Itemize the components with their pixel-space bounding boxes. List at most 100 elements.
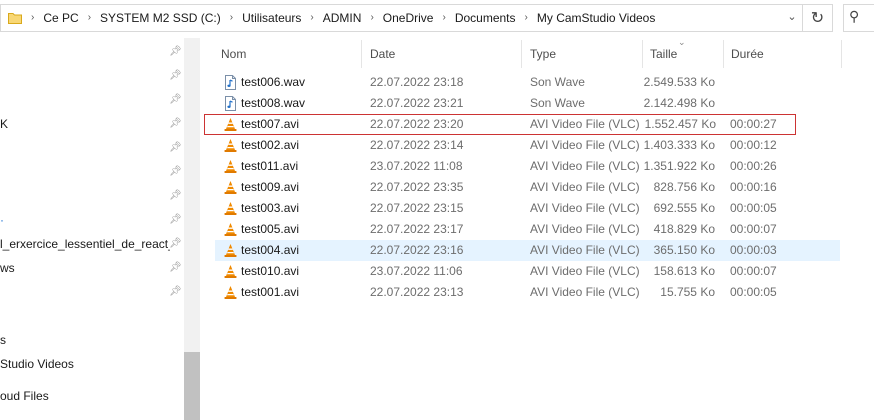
- file-type: Son Wave: [530, 96, 585, 110]
- breadcrumb-admin[interactable]: ADMIN: [318, 11, 367, 25]
- breadcrumb-utilisateurs[interactable]: Utilisateurs: [237, 11, 306, 25]
- column-header-date[interactable]: Date: [370, 38, 395, 70]
- breadcrumb-ce-pc[interactable]: Ce PC: [38, 11, 83, 25]
- vlc-cone-icon: [224, 223, 237, 236]
- breadcrumb-documents[interactable]: Documents: [450, 11, 521, 25]
- audio-file-icon: [225, 75, 236, 90]
- file-date: 23.07.2022 11:06: [370, 264, 463, 278]
- breadcrumb-drive[interactable]: SYSTEM M2 SSD (C:): [95, 11, 226, 25]
- vlc-cone-icon: [224, 244, 237, 257]
- file-row[interactable]: test003.avi 22.07.2022 23:15 AVI Video Fil…: [215, 198, 840, 219]
- pin-icon: 📌︎: [169, 286, 182, 297]
- pin-icon: 📌︎: [169, 94, 182, 105]
- file-row[interactable]: test004.avi 22.07.2022 23:16 AVI Video Fil…: [215, 240, 840, 261]
- file-row[interactable]: test005.avi 22.07.2022 23:17 AVI Video Fil…: [215, 219, 840, 240]
- file-duration: 00:00:07: [730, 264, 777, 278]
- nav-item[interactable]: [0, 42, 170, 62]
- nav-item-cloud-files[interactable]: oud Files: [0, 386, 170, 406]
- file-date: 22.07.2022 23:14: [370, 138, 464, 152]
- file-type: AVI Video File (VLC): [530, 201, 640, 215]
- nav-item[interactable]: s: [0, 330, 170, 350]
- file-duration: 00:00:07: [730, 222, 777, 236]
- file-size: 158.613 Ko: [653, 264, 715, 278]
- file-duration: 00:00:03: [730, 243, 777, 257]
- file-date: 22.07.2022 23:17: [370, 222, 464, 236]
- nav-item[interactable]: K: [0, 114, 170, 134]
- column-divider[interactable]: [723, 40, 724, 68]
- breadcrumb-separator: ›: [370, 12, 374, 23]
- file-date: 22.07.2022 23:35: [370, 180, 464, 194]
- pin-icon: 📌︎: [169, 238, 182, 249]
- address-field[interactable]: › Ce PC › SYSTEM M2 SSD (C:) › Utilisate…: [0, 4, 803, 32]
- pin-icon: 📌︎: [169, 46, 182, 57]
- nav-item-windows[interactable]: ws: [0, 258, 170, 278]
- file-row[interactable]: test009.avi 22.07.2022 23:35 AVI Video Fil…: [215, 177, 840, 198]
- file-date: 22.07.2022 23:13: [370, 285, 464, 299]
- column-header-size[interactable]: Taille: [650, 38, 677, 70]
- refresh-icon: ↻: [810, 10, 825, 27]
- file-name: test002.avi: [241, 138, 300, 152]
- file-size: 1.351.922 Ko: [643, 159, 715, 173]
- file-duration: 00:00:05: [730, 285, 777, 299]
- file-size: 1.552.457 Ko: [644, 117, 716, 131]
- breadcrumb-onedrive[interactable]: OneDrive: [378, 11, 439, 25]
- file-duration: 00:00:16: [730, 180, 777, 194]
- file-name: test008.wav: [241, 96, 306, 110]
- file-size: 1.403.333 Ko: [643, 138, 715, 152]
- file-row[interactable]: test006.wav 22.07.2022 23:18 Son Wave 2.549…: [215, 72, 840, 93]
- column-divider[interactable]: [841, 40, 842, 68]
- file-type: AVI Video File (VLC): [530, 117, 640, 131]
- file-type: AVI Video File (VLC): [530, 243, 640, 257]
- file-row[interactable]: test001.avi 22.07.2022 23:13 AVI Video Fil…: [215, 282, 840, 303]
- file-duration: 00:00:12: [730, 138, 777, 152]
- file-size: 365.150 Ko: [653, 243, 715, 257]
- file-size: 828.756 Ko: [653, 180, 715, 194]
- column-header-duration[interactable]: Durée: [731, 38, 764, 70]
- nav-item-react-exercise[interactable]: l_erxercice_lessentiel_de_react_js: [0, 234, 170, 254]
- file-row[interactable]: test002.avi 22.07.2022 23:14 AVI Video Fil…: [215, 135, 840, 156]
- nav-item[interactable]: [0, 66, 170, 86]
- file-type: AVI Video File (VLC): [530, 264, 640, 278]
- file-name: test009.avi: [241, 180, 300, 194]
- column-divider[interactable]: [521, 40, 522, 68]
- breadcrumb-separator: ›: [524, 12, 528, 23]
- column-divider[interactable]: [361, 40, 362, 68]
- file-type: AVI Video File (VLC): [530, 180, 640, 194]
- file-name: test010.avi: [241, 264, 300, 278]
- breadcrumb-my-camstudio-videos[interactable]: My CamStudio Videos: [532, 11, 661, 25]
- file-row[interactable]: test011.avi 23.07.2022 11:08 AVI Video Fil…: [215, 156, 840, 177]
- nav-item-studio-videos[interactable]: Studio Videos: [0, 354, 170, 374]
- navigation-pane: 📌︎ 📌︎ K 📌︎ 📌︎ 📌︎ 📌︎ 📌︎ · 📌︎ l_erxercice_…: [0, 38, 200, 420]
- file-type: Son Wave: [530, 75, 585, 89]
- column-header-name[interactable]: Nom: [221, 38, 246, 70]
- file-row[interactable]: test010.avi 23.07.2022 11:06 AVI Video Fil…: [215, 261, 840, 282]
- file-name: test005.avi: [241, 222, 300, 236]
- file-size: 418.829 Ko: [653, 222, 715, 236]
- column-divider[interactable]: [642, 40, 643, 68]
- vlc-cone-icon: [224, 265, 237, 278]
- address-bar: › Ce PC › SYSTEM M2 SSD (C:) › Utilisate…: [0, 0, 874, 38]
- search-input[interactable]: ⚲: [843, 4, 874, 32]
- nav-item[interactable]: ·: [0, 210, 170, 230]
- breadcrumb-separator: ›: [442, 12, 446, 23]
- vlc-cone-icon: [224, 202, 237, 215]
- file-date: 22.07.2022 23:20: [370, 117, 464, 131]
- vlc-cone-icon: [224, 286, 237, 299]
- file-name: test004.avi: [241, 243, 300, 257]
- file-row[interactable]: test008.wav 22.07.2022 23:21 Son Wave 2.142…: [215, 93, 840, 114]
- file-name: test011.avi: [241, 159, 299, 173]
- vlc-cone-icon: [224, 118, 237, 131]
- file-date: 22.07.2022 23:18: [370, 75, 464, 89]
- file-date: 22.07.2022 23:16: [370, 243, 464, 257]
- breadcrumb-separator: ›: [310, 12, 314, 23]
- refresh-button[interactable]: ↻: [803, 4, 833, 32]
- breadcrumb-separator: ›: [87, 12, 92, 23]
- breadcrumb-separator: ›: [229, 12, 234, 23]
- file-row[interactable]: test007.avi 22.07.2022 23:20 AVI Video Fil…: [204, 114, 796, 135]
- column-header-type[interactable]: Type: [530, 38, 556, 70]
- file-name: test001.avi: [241, 285, 300, 299]
- folder-icon: [8, 13, 22, 24]
- nav-scrollbar-thumb[interactable]: [184, 352, 200, 420]
- chevron-down-icon[interactable]: ⌄: [785, 10, 799, 24]
- pin-icon: 📌︎: [169, 190, 182, 201]
